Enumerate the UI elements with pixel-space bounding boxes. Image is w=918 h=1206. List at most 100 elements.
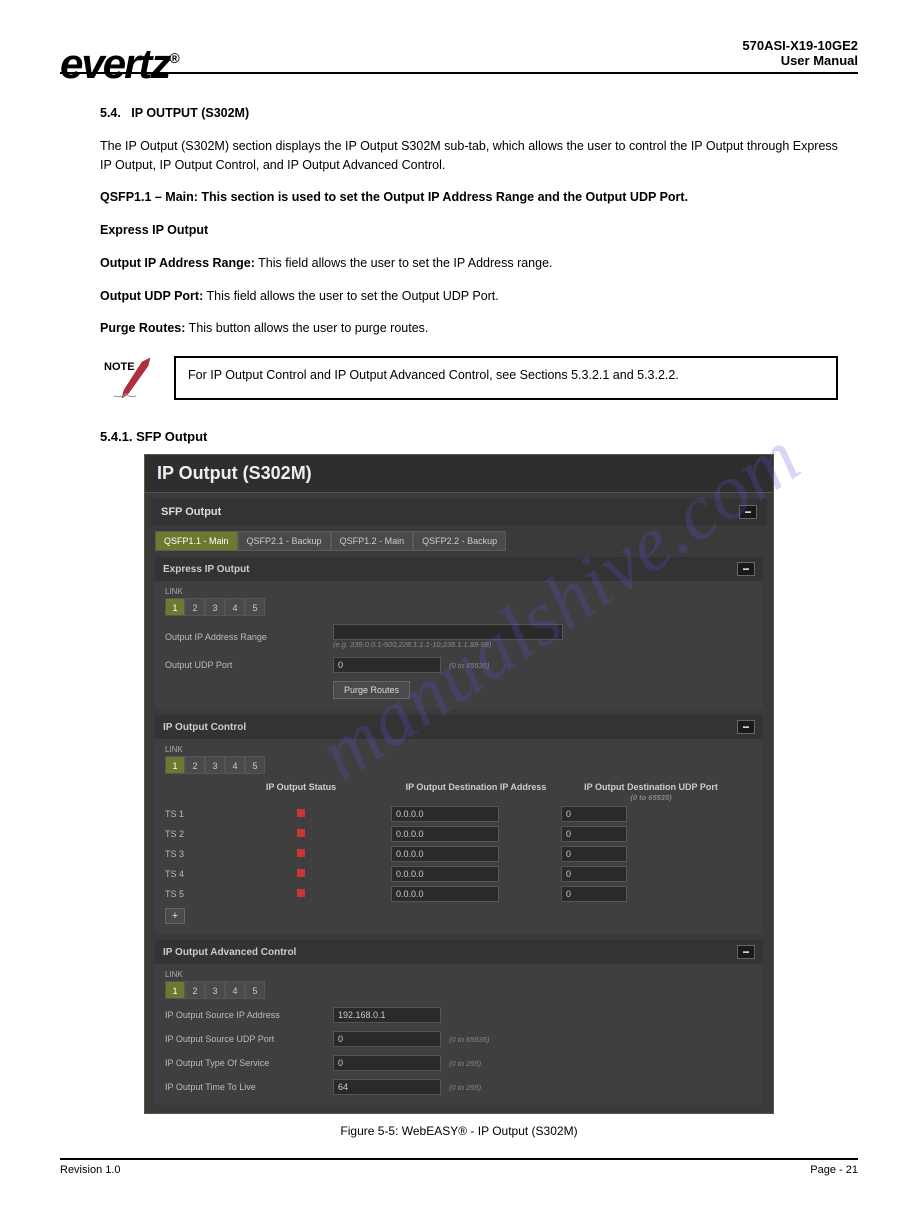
row-label: TS 3 [165,849,211,859]
dest-port-input[interactable] [561,846,627,862]
col-dest-ip: IP Output Destination IP Address [391,782,561,802]
defn-range: Output IP Address Range: This field allo… [100,254,838,273]
output-udp-port-label: Output UDP Port [165,660,325,670]
section-title: IP OUTPUT (S302M) [131,106,249,120]
brand-logo: evertz® [60,40,178,87]
purge-routes-button[interactable]: Purge Routes [333,681,410,699]
registered-mark: ® [169,50,177,66]
adv-src-ip-input[interactable] [333,1007,441,1023]
status-indicator [297,889,305,897]
add-row-button[interactable]: + [165,908,185,924]
ip-range-hint: (e.g. 239.0.0.1-500,228.1.1.1-10,238.1.1… [333,640,563,649]
dest-port-input[interactable] [561,806,627,822]
link-tab-4[interactable]: 4 [225,981,245,999]
link-tab-3[interactable]: 3 [205,598,225,616]
dest-port-input[interactable] [561,886,627,902]
link-tab-2[interactable]: 2 [185,756,205,774]
dest-ip-input[interactable] [391,826,499,842]
adv-tos-label: IP Output Type Of Service [165,1058,325,1068]
defn-udp: Output UDP Port: This field allows the u… [100,287,838,306]
collapse-icon[interactable]: − [737,945,755,959]
section-number: 5.4. [100,106,121,120]
output-ip-range-input[interactable] [333,624,563,640]
express-title-text: Express IP Output [163,564,250,575]
table-row: TS 5 [165,886,753,902]
col-status: IP Output Status [211,782,391,802]
link-tab-3[interactable]: 3 [205,981,225,999]
link-tab-4[interactable]: 4 [225,756,245,774]
footer-revision: Revision 1.0 [60,1164,121,1176]
table-row: TS 4 [165,866,753,882]
defn-range-label: Output IP Address Range: [100,256,255,270]
output-udp-port-input[interactable] [333,657,441,673]
adv-ttl-input[interactable] [333,1079,441,1095]
body-text: 5.4. IP OUTPUT (S302M) The IP Output (S3… [100,104,838,338]
link-tab-1[interactable]: 1 [165,756,185,774]
tab-qsfp12-main[interactable]: QSFP1.2 - Main [331,531,414,551]
doc-header-right: 570ASI-X19-10GE2 User Manual [60,38,858,68]
row-label: TS 5 [165,889,211,899]
udp-port-hint: (0 to 65535) [449,661,489,670]
dest-port-input[interactable] [561,826,627,842]
link-tab-1[interactable]: 1 [165,598,185,616]
tab-qsfp21-backup[interactable]: QSFP2.1 - Backup [238,531,331,551]
express-panel-title[interactable]: Express IP Output − [155,557,763,581]
sfp-output-label: SFP Output [161,506,221,518]
logo-text: evertz [60,40,169,87]
link-tab-2[interactable]: 2 [185,981,205,999]
link-tab-5[interactable]: 5 [245,981,265,999]
note-icon: NOTE [100,356,160,409]
defn-udp-label: Output UDP Port: [100,289,203,303]
defn-udp-text: This field allows the user to set the Ou… [203,289,499,303]
link-tab-4[interactable]: 4 [225,598,245,616]
figure-caption: Figure 5-5: WebEASY® - IP Output (S302M) [60,1124,858,1138]
document-page: evertz® 570ASI-X19-10GE2 User Manual 5.4… [0,0,918,1206]
dest-ip-input[interactable] [391,846,499,862]
link-tab-3[interactable]: 3 [205,756,225,774]
note-textbox: For IP Output Control and IP Output Adva… [174,356,838,400]
sfp-output-heading: 5.4.1. SFP Output [100,429,838,444]
collapse-icon[interactable]: − [737,562,755,576]
dest-port-input[interactable] [561,866,627,882]
express-ip-output-panel: Express IP Output − LINK 1 2 3 4 5 Outpu… [155,557,763,709]
row-label: TS 2 [165,829,211,839]
status-indicator [297,869,305,877]
col-dest-port: IP Output Destination UDP Port [584,782,718,792]
collapse-icon[interactable]: − [737,720,755,734]
link-tab-5[interactable]: 5 [245,598,265,616]
adv-src-ip-label: IP Output Source IP Address [165,1010,325,1020]
adv-src-udp-input[interactable] [333,1031,441,1047]
sfp-output-bar[interactable]: SFP Output − [151,499,767,525]
row-label: TS 1 [165,809,211,819]
link-tab-5[interactable]: 5 [245,756,265,774]
dest-ip-input[interactable] [391,886,499,902]
ui-screenshot: IP Output (S302M) SFP Output − QSFP1.1 -… [144,454,774,1114]
adv-tos-input[interactable] [333,1055,441,1071]
panel-title: IP Output (S302M) [145,455,773,493]
advanced-panel-title[interactable]: IP Output Advanced Control − [155,940,763,964]
link-tab-1[interactable]: 1 [165,981,185,999]
tab-qsfp11-main[interactable]: QSFP1.1 - Main [155,531,238,551]
dest-ip-input[interactable] [391,806,499,822]
col-dest-port-hint: (0 to 65535) [630,793,671,802]
row-label: TS 4 [165,869,211,879]
product-id: 570ASI-X19-10GE2 [60,38,858,53]
page-footer: Revision 1.0 Page - 21 [60,1158,858,1176]
link-tab-2[interactable]: 2 [185,598,205,616]
link-tabs: 1 2 3 4 5 [165,598,753,616]
adv-hint: (0 to 65535) [449,1035,489,1044]
collapse-icon[interactable]: − [739,505,757,519]
output-ip-range-label: Output IP Address Range [165,632,325,642]
status-indicator [297,849,305,857]
col-dest-port-wrap: IP Output Destination UDP Port (0 to 655… [561,782,741,802]
tab-qsfp22-backup[interactable]: QSFP2.2 - Backup [413,531,506,551]
dest-ip-input[interactable] [391,866,499,882]
advanced-title-text: IP Output Advanced Control [163,947,296,958]
table-row: TS 3 [165,846,753,862]
link-tabs: 1 2 3 4 5 [165,981,753,999]
defn-purge: Purge Routes: This button allows the use… [100,319,838,338]
control-panel-title[interactable]: IP Output Control − [155,715,763,739]
table-row: TS 2 [165,826,753,842]
adv-hint: (0 to 255) [449,1083,481,1092]
express-heading: Express IP Output [100,223,208,237]
